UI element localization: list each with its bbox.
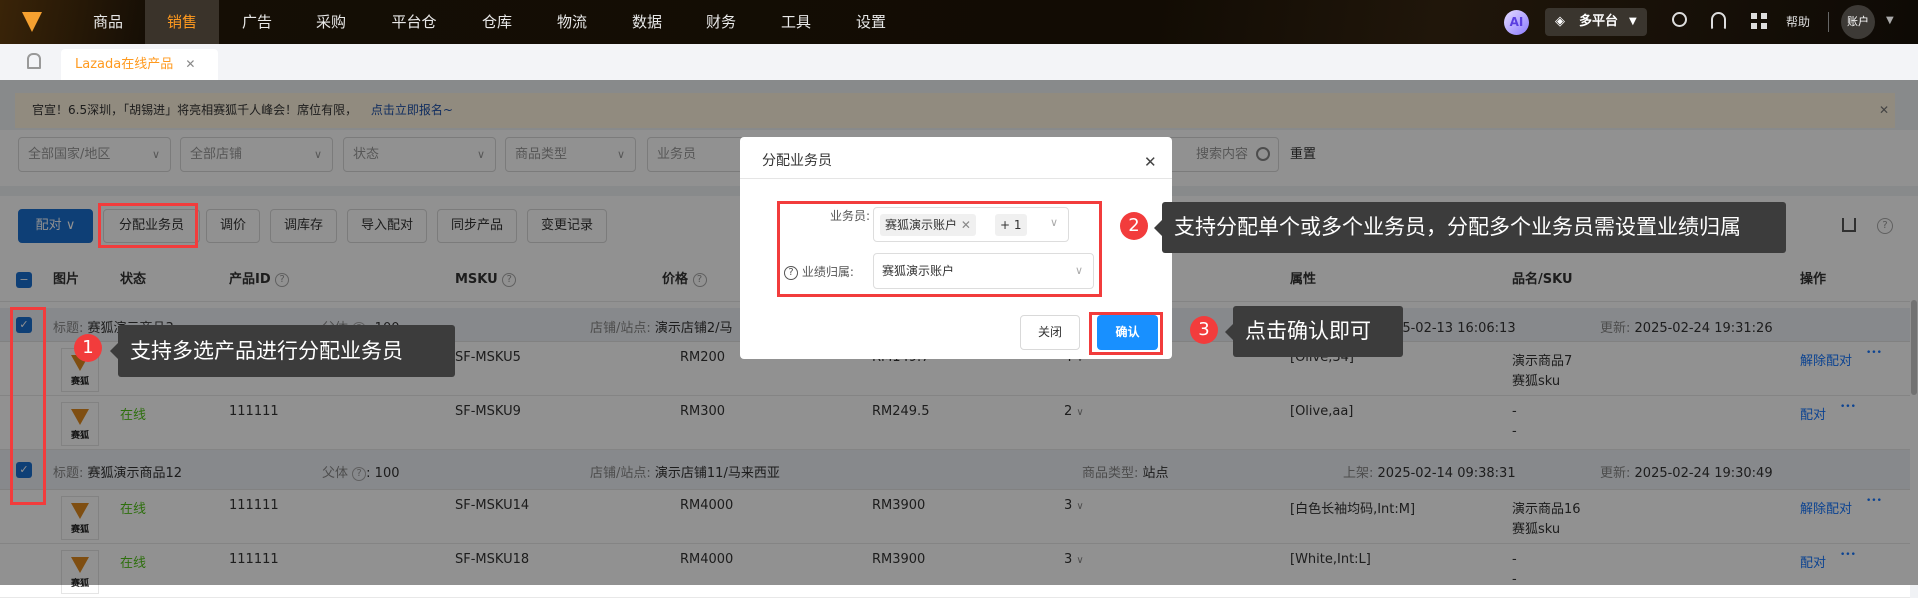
nav-divider [1828, 12, 1829, 32]
modal-divider [740, 178, 1172, 179]
headset-icon[interactable] [1711, 12, 1726, 30]
highlight-checkboxes [10, 307, 46, 505]
nav-item-logistics[interactable]: 物流 [554, 0, 590, 44]
apps-grid-icon[interactable] [1751, 13, 1767, 29]
nav-item-tools[interactable]: 工具 [778, 0, 814, 44]
modal-close-icon[interactable]: ✕ [1144, 153, 1157, 171]
tab-close-icon[interactable]: ✕ [185, 57, 195, 71]
caret-down-icon: ▼ [1629, 16, 1637, 27]
nav-item-purchase[interactable]: 采购 [313, 0, 349, 44]
help-link[interactable]: 帮助 [1786, 0, 1810, 44]
highlight-modal-form [777, 201, 1102, 297]
nav-item-finance[interactable]: 财务 [703, 0, 739, 44]
logo-icon[interactable] [22, 12, 42, 32]
callout-tooltip-3: 点击确认即可 [1225, 306, 1403, 357]
callout-tooltip-2: 支持分配单个或多个业务员，分配多个业务员需设置业绩归属 [1154, 202, 1786, 253]
search-icon[interactable] [1672, 12, 1687, 27]
home-icon[interactable] [27, 53, 41, 69]
callout-number-3: 3 [1190, 316, 1218, 344]
callout-number-2: 2 [1120, 212, 1148, 240]
avatar[interactable]: 账户 [1841, 5, 1875, 39]
nav-item-warehouse[interactable]: 仓库 [479, 0, 515, 44]
platform-icon: ◈ [1555, 14, 1565, 29]
tab-bar [0, 44, 1918, 80]
ai-button[interactable]: AI [1504, 10, 1529, 35]
modal-title: 分配业务员 [762, 153, 832, 169]
nav-item-products[interactable]: 商品 [90, 0, 126, 44]
platform-switcher[interactable]: ◈ 多平台 ▼ [1545, 8, 1647, 36]
highlight-confirm-button [1089, 312, 1163, 355]
highlight-assign-button [98, 203, 198, 248]
nav-item-ads[interactable]: 广告 [239, 0, 275, 44]
callout-number-1: 1 [74, 334, 102, 362]
nav-item-settings[interactable]: 设置 [853, 0, 889, 44]
account-caret-icon[interactable]: ▼ [1886, 15, 1894, 26]
modal-close-button[interactable]: 关闭 [1020, 315, 1080, 350]
nav-item-platform-warehouse[interactable]: 平台仓 [387, 0, 441, 44]
tab-label: Lazada在线产品 [75, 57, 174, 72]
callout-tooltip-1: 支持多选产品进行分配业务员 [110, 325, 455, 377]
nav-item-sales[interactable]: 销售 [145, 0, 219, 44]
tab-lazada-online-products[interactable]: Lazada在线产品 ✕ [61, 49, 218, 80]
platform-label: 多平台 [1579, 14, 1619, 29]
nav-item-data[interactable]: 数据 [629, 0, 665, 44]
top-nav: 商品 销售 广告 采购 平台仓 仓库 物流 数据 财务 工具 设置 AI ◈ 多… [0, 0, 1918, 44]
